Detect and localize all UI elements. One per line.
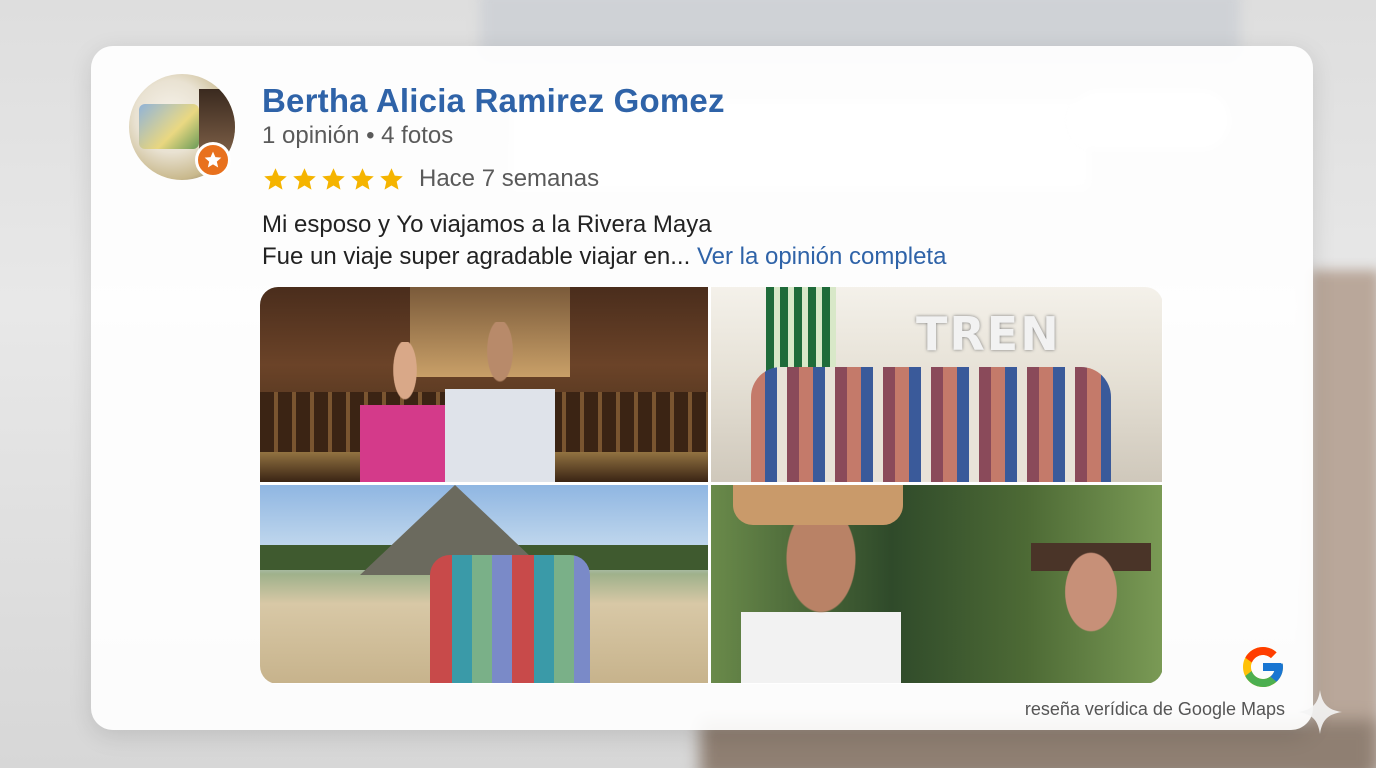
photo-person (360, 342, 450, 482)
review-card: Bertha Alicia Ramirez Gomez 1 opinión • … (91, 46, 1313, 730)
star-icon (264, 167, 287, 190)
review-photo-grid: TREN (260, 287, 1163, 684)
photo-people-group (751, 367, 1111, 482)
local-guide-star-icon (195, 142, 231, 178)
photo-detail (733, 485, 903, 525)
review-text-truncated: Fue un viaje super agradable viajar en..… (262, 243, 697, 270)
author-name[interactable]: Bertha Alicia Ramirez Gomez (262, 82, 725, 120)
review-photo-church[interactable] (260, 287, 708, 482)
star-icon (322, 167, 345, 190)
review-photo-cenote[interactable] (711, 485, 1162, 683)
star-icon (380, 167, 403, 190)
star-icon (351, 167, 374, 190)
review-source-label: reseña verídica de Google Maps (1024, 699, 1285, 719)
google-logo-icon (1243, 647, 1283, 687)
read-full-review-link[interactable]: Ver la opinión completa (697, 243, 947, 270)
review-photo-tren-maya[interactable]: TREN (711, 287, 1162, 482)
avatar-image-part (139, 104, 199, 149)
photo-people-group (430, 555, 590, 683)
review-time: Hace 7 semanas (419, 165, 600, 192)
review-photo-pyramid[interactable] (260, 485, 708, 683)
rating-row: Hace 7 semanas (262, 164, 599, 194)
photo-person (1031, 543, 1151, 683)
review-text-line: Mi esposo y Yo viajamos a la Rivera Maya (262, 211, 712, 238)
review-text-line: Fue un viaje super agradable viajar en..… (262, 241, 946, 273)
author-meta: 1 opinión • 4 fotos (262, 122, 454, 149)
photo-person (445, 322, 555, 482)
sparkle-icon (1298, 690, 1342, 734)
photo-sign-text: TREN (916, 307, 1061, 361)
review-text: Mi esposo y Yo viajamos a la Rivera Maya… (262, 209, 946, 273)
photo-person (741, 505, 901, 683)
star-icon (293, 167, 316, 190)
star-rating (262, 166, 405, 193)
